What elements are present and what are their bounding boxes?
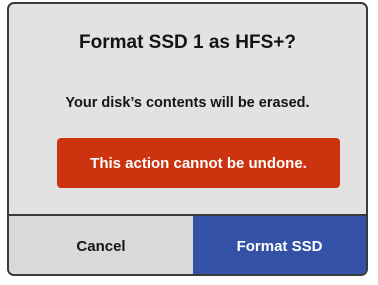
dialog-button-row: Cancel Format SSD [9, 214, 366, 274]
format-confirm-dialog: Format SSD 1 as HFS+? Your disk’s conten… [7, 2, 368, 276]
dialog-message: Your disk’s contents will be erased. [65, 95, 310, 111]
format-ssd-button[interactable]: Format SSD [193, 216, 366, 274]
warning-banner: This action cannot be undone. [57, 138, 340, 188]
cancel-button[interactable]: Cancel [9, 216, 193, 274]
dialog-title: Format SSD 1 as HFS+? [79, 32, 296, 53]
